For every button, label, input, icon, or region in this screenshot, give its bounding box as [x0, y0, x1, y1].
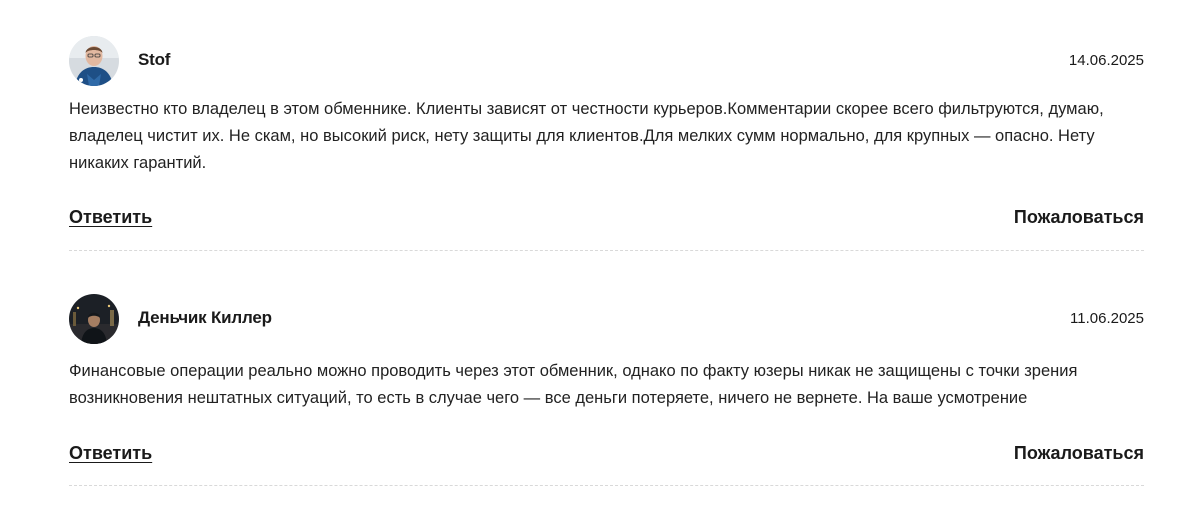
- avatar[interactable]: [69, 36, 119, 86]
- comment-author: Деньчик Киллер: [138, 308, 272, 327]
- comment-text: Финансовые операции реально можно провод…: [69, 362, 1078, 407]
- comment-actions: Ответить Пожаловаться: [69, 207, 1144, 231]
- comment-header: Деньчик Киллер 11.06.2025: [69, 294, 1144, 344]
- comment-list: Stof 14.06.2025 Неизвестно кто владелец …: [69, 0, 1144, 486]
- comment-divider: [69, 485, 1144, 486]
- comment-header: Stof 14.06.2025: [69, 36, 1144, 86]
- comment: Stof 14.06.2025 Неизвестно кто владелец …: [69, 0, 1144, 251]
- avatar[interactable]: [69, 294, 119, 344]
- comment-date: 11.06.2025: [1070, 310, 1144, 327]
- user-avatar-image: [69, 294, 119, 344]
- comment-text: Неизвестно кто владелец в этом обменнике…: [69, 100, 1104, 172]
- reply-link[interactable]: Ответить: [69, 207, 152, 228]
- report-link[interactable]: Пожаловаться: [1014, 207, 1144, 228]
- comment-date: 14.06.2025: [1068, 52, 1144, 69]
- report-link[interactable]: Пожаловаться: [1014, 443, 1144, 464]
- comment-actions: Ответить Пожаловаться: [69, 443, 1144, 467]
- reply-link[interactable]: Ответить: [69, 443, 152, 464]
- user-avatar-image: [69, 36, 119, 86]
- comment-author: Stof: [138, 50, 171, 69]
